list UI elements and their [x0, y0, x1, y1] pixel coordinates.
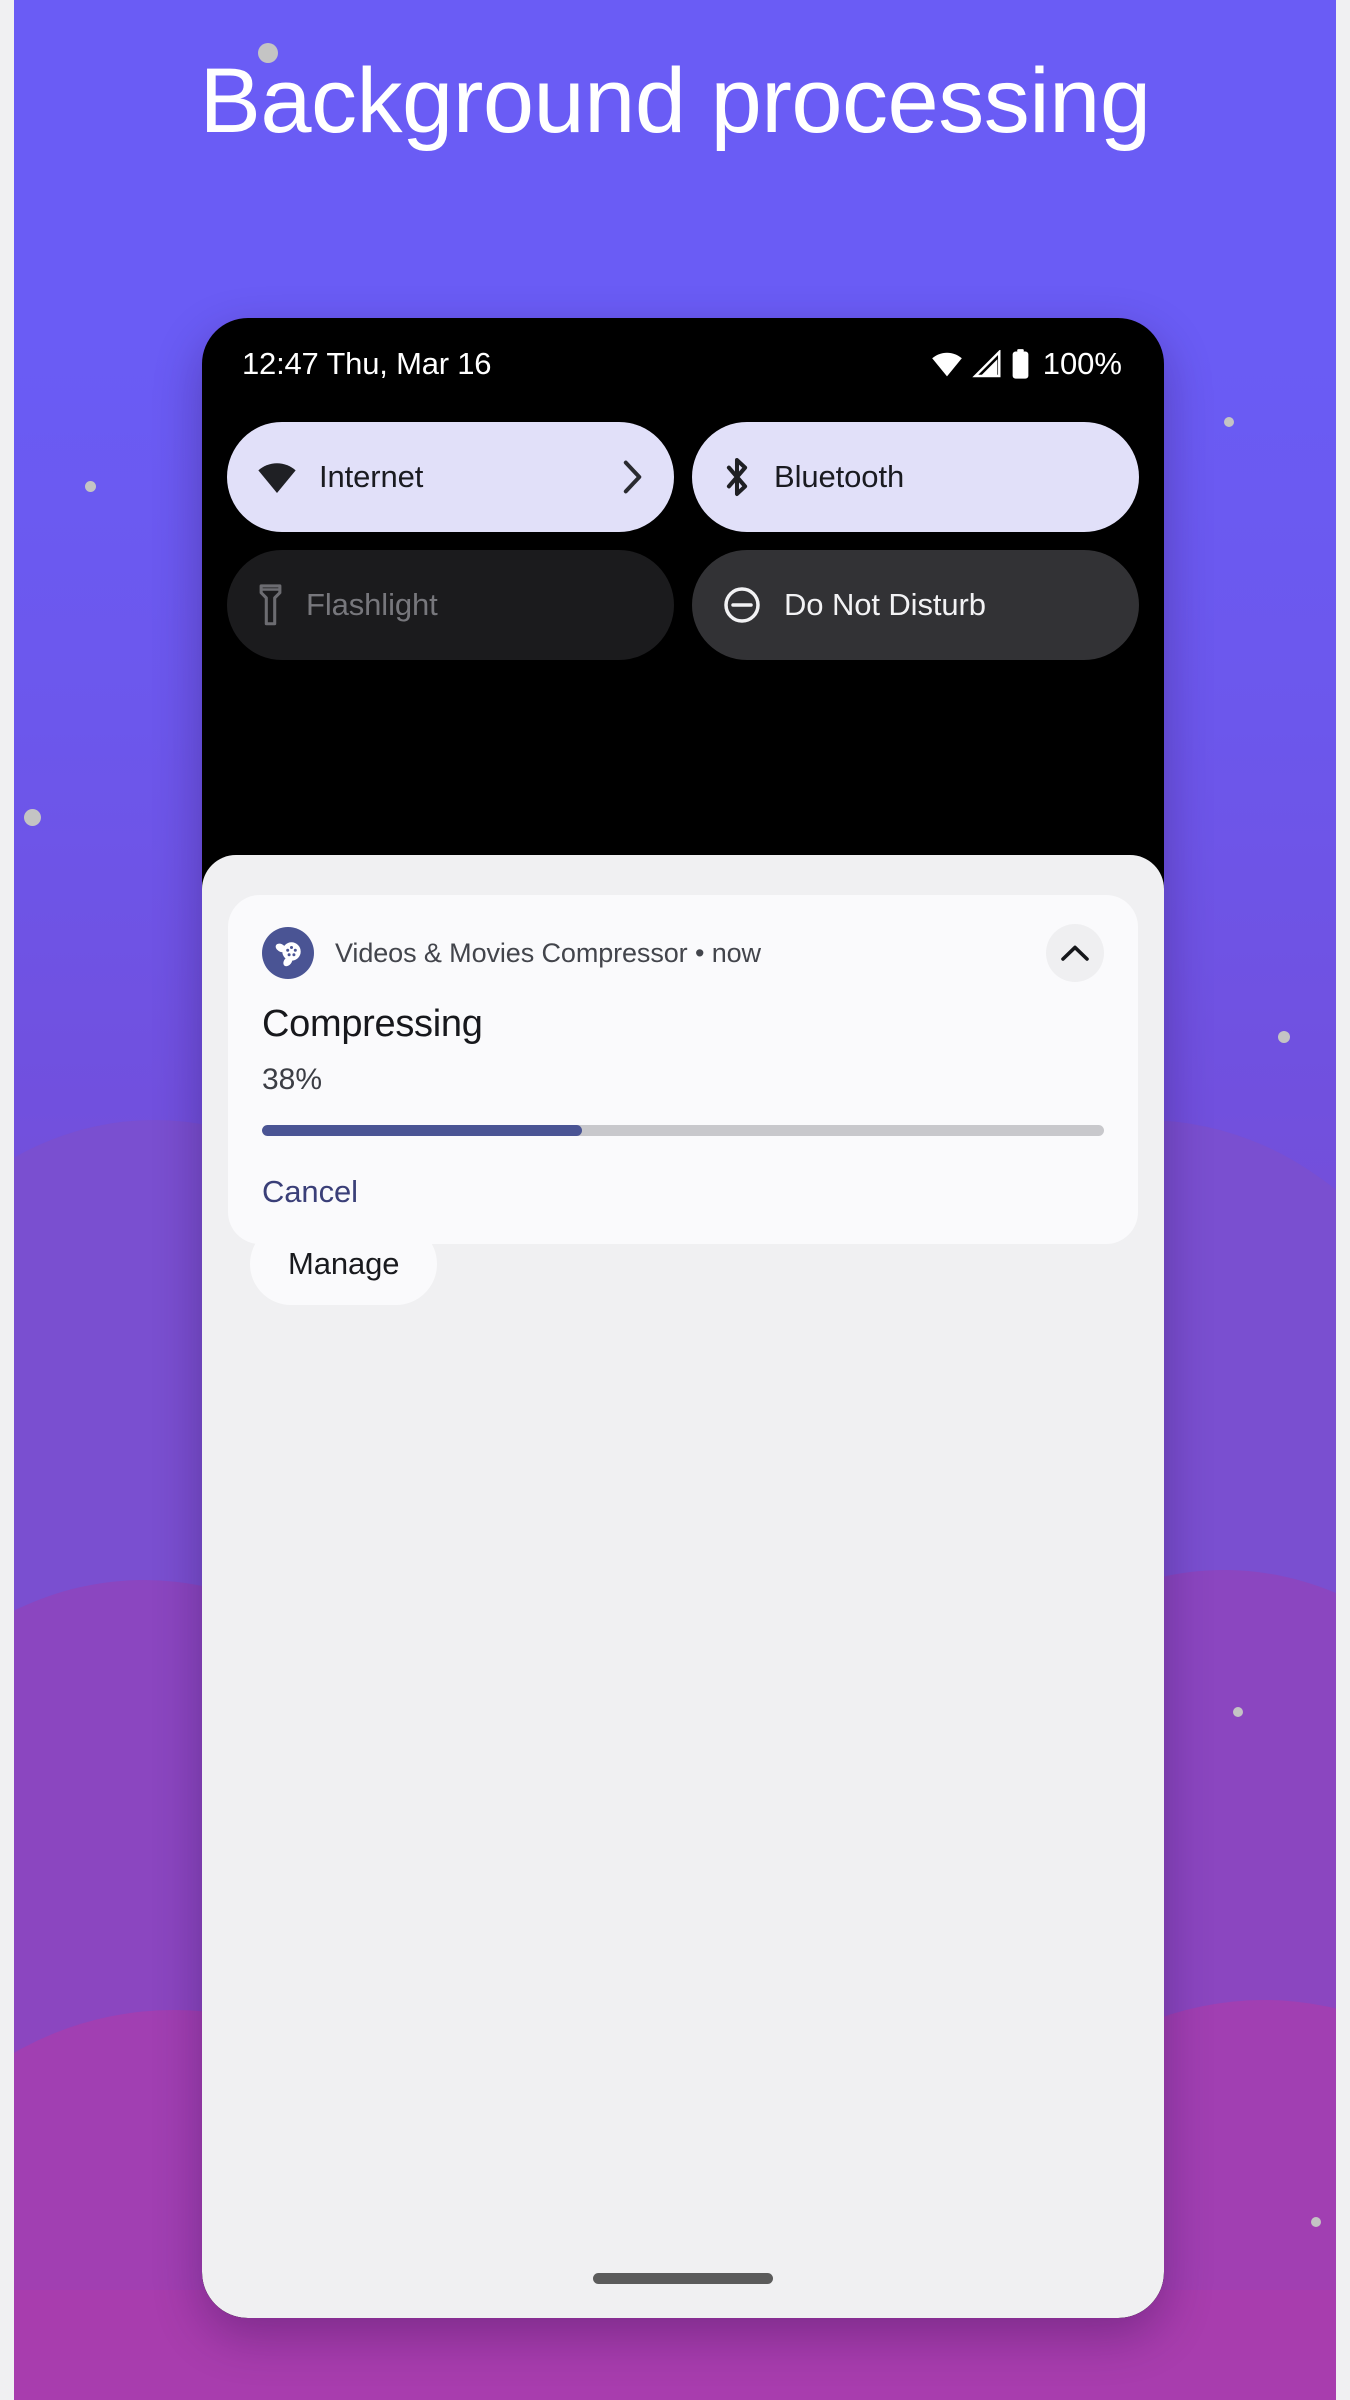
bluetooth-icon: [722, 456, 752, 498]
decorative-dot: [1233, 1707, 1243, 1717]
quick-settings-grid: Internet Bluetooth Flashlight Do Not Dis…: [202, 422, 1164, 660]
qs-tile-internet[interactable]: Internet: [227, 422, 674, 532]
decorative-dot: [1311, 2217, 1321, 2227]
qs-tile-do-not-disturb[interactable]: Do Not Disturb: [692, 550, 1139, 660]
progress-bar-fill: [262, 1125, 582, 1136]
screenshot-root: Background processing 12:47 Thu, Mar 16: [0, 0, 1350, 2400]
wifi-icon: [931, 351, 963, 377]
notification-card[interactable]: Videos & Movies Compressor • now Compres…: [228, 895, 1138, 1244]
cancel-button[interactable]: Cancel: [262, 1174, 358, 1210]
decorative-dot: [1278, 1031, 1290, 1043]
qs-tile-label: Do Not Disturb: [784, 587, 986, 622]
qs-tile-bluetooth[interactable]: Bluetooth: [692, 422, 1139, 532]
manage-button[interactable]: Manage: [250, 1223, 438, 1305]
qs-tile-label: Flashlight: [306, 587, 438, 622]
notification-percent-label: 38%: [262, 1063, 323, 1096]
battery-percent-label: 100%: [1042, 346, 1122, 381]
status-bar-icons: 100%: [931, 346, 1122, 382]
qs-tile-label: Internet: [319, 459, 424, 494]
phone-mockup: 12:47 Thu, Mar 16 100% Internet Bluetoot…: [202, 318, 1164, 2318]
notification-title: Compressing: [262, 1003, 483, 1045]
notification-header: Videos & Movies Compressor • now: [262, 924, 1104, 982]
battery-icon: [1011, 349, 1030, 379]
notification-source-label: Videos & Movies Compressor • now: [335, 937, 761, 968]
wifi-icon: [257, 461, 297, 494]
status-bar: 12:47 Thu, Mar 16 100%: [202, 318, 1164, 410]
do-not-disturb-icon: [722, 585, 762, 625]
chevron-right-icon[interactable]: [622, 459, 644, 495]
status-bar-time-date: 12:47 Thu, Mar 16: [242, 346, 492, 381]
decorative-dot: [84, 480, 96, 492]
video-compressor-app-icon: [262, 927, 314, 979]
page-title: Background processing: [199, 50, 1151, 152]
chevron-up-icon[interactable]: [1046, 924, 1104, 982]
qs-tile-flashlight[interactable]: Flashlight: [227, 550, 674, 660]
decorative-dot: [1224, 417, 1234, 427]
notification-shade: Videos & Movies Compressor • now Compres…: [202, 855, 1164, 2318]
home-indicator[interactable]: [593, 2273, 773, 2284]
decorative-dot: [23, 808, 41, 826]
flashlight-icon: [257, 584, 284, 626]
progress-bar-track: [262, 1125, 1104, 1136]
cellular-signal-icon: [972, 350, 1002, 378]
qs-tile-label: Bluetooth: [774, 459, 905, 494]
